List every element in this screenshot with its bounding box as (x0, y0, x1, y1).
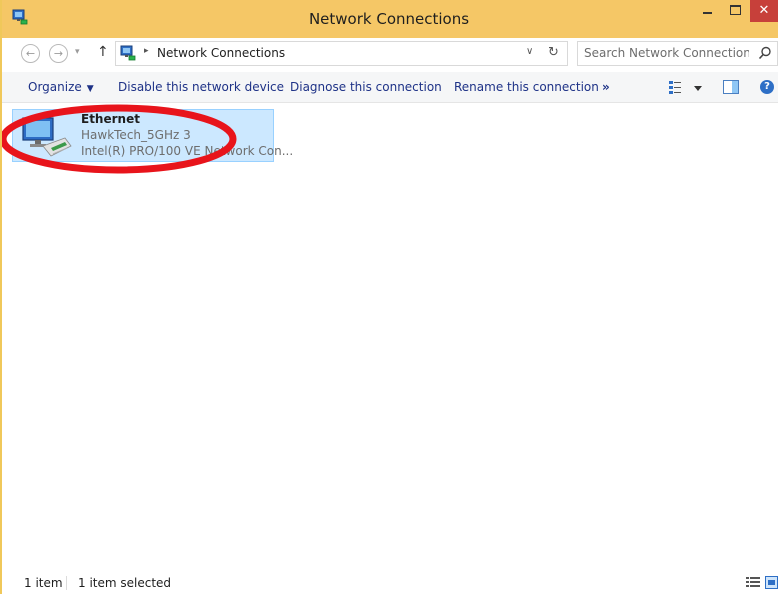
explorer-window: Network Connections ✕ ← → ▾ ↑ ▸ Network … (0, 0, 778, 594)
address-dropdown-icon[interactable]: ∨ (526, 46, 533, 57)
disable-device-button[interactable]: Disable this network device (118, 80, 284, 94)
search-box[interactable] (577, 41, 778, 66)
window-border (0, 0, 2, 594)
item-status: HawkTech_5GHz 3 (81, 128, 191, 142)
search-input[interactable] (584, 46, 749, 60)
item-device: Intel(R) PRO/100 VE Network Con... (81, 144, 294, 158)
status-bar: 1 item 1 item selected (0, 572, 778, 594)
network-adapter-icon (22, 117, 72, 157)
minimize-button[interactable] (690, 0, 724, 22)
more-commands-button[interactable]: » (602, 80, 610, 94)
list-item-ethernet[interactable]: Ethernet HawkTech_5GHz 3 Intel(R) PRO/10… (12, 109, 293, 162)
organize-menu-button[interactable]: Organize ▼ (28, 80, 94, 94)
search-icon[interactable] (757, 45, 773, 61)
breadcrumb-network-connections[interactable]: Network Connections (157, 46, 285, 60)
organize-label: Organize (28, 80, 82, 94)
rename-connection-button[interactable]: Rename this connection (454, 80, 599, 94)
change-view-icon[interactable] (668, 80, 706, 96)
close-button[interactable]: ✕ (750, 0, 778, 22)
selection-count: 1 item selected (78, 576, 172, 590)
network-connections-icon (120, 45, 136, 61)
maximize-button[interactable] (724, 0, 750, 22)
back-button[interactable]: ← (21, 44, 40, 63)
large-icons-view-icon[interactable] (765, 576, 778, 589)
command-bar: Organize ▼ Disable this network device Di… (0, 72, 778, 103)
diagnose-connection-button[interactable]: Diagnose this connection (290, 80, 442, 94)
refresh-icon[interactable]: ↻ (548, 45, 559, 60)
forward-button[interactable]: → (49, 44, 68, 63)
help-icon[interactable]: ? (760, 80, 774, 94)
up-button[interactable]: ↑ (97, 44, 109, 60)
title-bar[interactable]: Network Connections ✕ (0, 0, 778, 38)
item-count: 1 item (24, 576, 63, 590)
address-bar-row: ← → ▾ ↑ ▸ Network Connections ∨ ↻ (0, 38, 778, 71)
preview-pane-icon[interactable] (723, 80, 739, 94)
address-bar[interactable]: ▸ Network Connections ∨ ↻ (115, 41, 568, 66)
caret-down-icon: ▼ (86, 84, 94, 94)
details-view-icon[interactable] (746, 576, 760, 589)
item-name: Ethernet (81, 112, 140, 126)
recent-locations-button[interactable]: ▾ (75, 47, 80, 57)
window-title: Network Connections (308, 10, 470, 28)
breadcrumb-separator-icon[interactable]: ▸ (144, 46, 149, 56)
status-divider (66, 576, 67, 590)
file-list-area[interactable]: Ethernet HawkTech_5GHz 3 Intel(R) PRO/10… (2, 103, 778, 563)
